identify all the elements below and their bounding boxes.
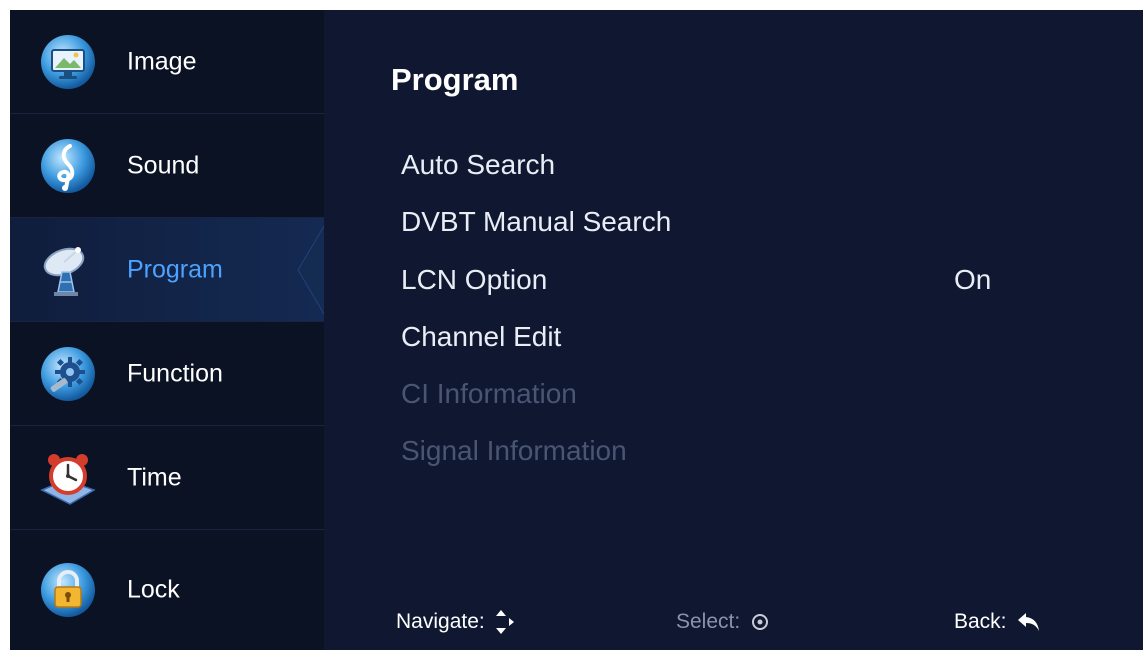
active-pointer-icon	[297, 225, 324, 315]
sidebar-item-image[interactable]: Image	[10, 10, 324, 114]
sidebar-item-lock[interactable]: Lock	[10, 530, 324, 650]
select-circle-icon	[752, 614, 769, 630]
menu-item-label: CI Information	[401, 378, 577, 409]
menu-item-dvbt-manual-search[interactable]: DVBT Manual Search	[401, 200, 1091, 244]
navigate-hint-label: Navigate:	[396, 610, 485, 633]
sidebar-item-label: Lock	[127, 575, 180, 604]
alarm-clock-icon	[40, 450, 96, 506]
page-title: Program	[391, 62, 519, 97]
menu-item-ci-information: CI Information	[401, 372, 1091, 416]
menu-item-label: DVBT Manual Search	[401, 206, 672, 237]
padlock-icon	[40, 562, 96, 618]
treble-clef-icon	[40, 138, 96, 194]
back-hint: Back:	[954, 610, 1041, 634]
sidebar-item-time[interactable]: Time	[10, 426, 324, 530]
menu-item-label: Channel Edit	[401, 321, 562, 352]
main-panel: Program Auto Search DVBT Manual Search L…	[324, 10, 1143, 650]
sidebar: Image Sound Program Function Time Lock	[10, 10, 324, 650]
sidebar-item-label: Time	[127, 463, 182, 491]
monitor-icon	[40, 34, 96, 90]
menu-item-signal-information: Signal Information	[401, 429, 1091, 473]
menu-item-lcn-option[interactable]: LCN Option On	[401, 258, 1091, 302]
back-hint-label: Back:	[954, 610, 1007, 633]
sidebar-item-label: Sound	[127, 151, 200, 179]
navigate-hint: Navigate:	[396, 609, 515, 635]
footer-hints: Navigate: Select: Back:	[324, 602, 1143, 642]
select-hint-label: Select:	[676, 610, 741, 633]
lcn-option-value: On	[954, 264, 992, 295]
menu-item-channel-edit[interactable]: Channel Edit	[401, 315, 1091, 359]
satellite-dish-icon	[40, 242, 96, 298]
sidebar-item-label: Function	[127, 359, 223, 387]
gear-icon	[40, 346, 96, 402]
sidebar-item-label: Image	[127, 47, 197, 75]
select-hint: Select:	[676, 610, 770, 634]
menu-item-label: LCN Option	[401, 264, 548, 295]
sidebar-item-program[interactable]: Program	[10, 218, 324, 322]
menu-item-label: Auto Search	[401, 149, 556, 180]
back-arrow-icon	[1017, 613, 1039, 631]
tv-menu-screen: Image Sound Program Function Time Lock P…	[10, 10, 1143, 650]
menu-item-label: Signal Information	[401, 435, 627, 466]
sidebar-item-label: Program	[127, 255, 223, 283]
menu-item-auto-search[interactable]: Auto Search	[401, 143, 1091, 187]
navigate-arrows-icon	[495, 610, 514, 634]
sidebar-item-sound[interactable]: Sound	[10, 114, 324, 218]
sidebar-item-function[interactable]: Function	[10, 322, 324, 426]
